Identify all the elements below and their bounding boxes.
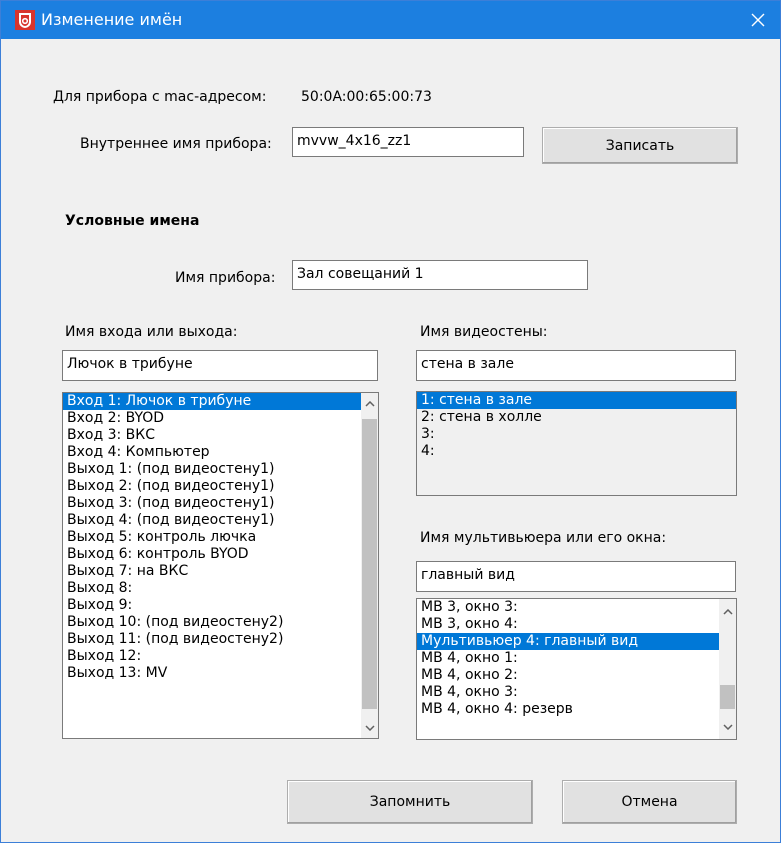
list-item[interactable]: Выход 11: (под видеостену2): [63, 631, 378, 648]
mac-value: 50:0A:00:65:00:73: [301, 89, 432, 105]
videowall-name-input[interactable]: стена в зале: [416, 350, 736, 381]
close-button[interactable]: [736, 1, 780, 39]
list-item[interactable]: Выход 3: (под видеостену1): [63, 495, 378, 512]
io-name-input[interactable]: Лючок в трибуне: [62, 350, 378, 381]
io-name-label: Имя входа или выхода:: [65, 324, 238, 340]
scroll-thumb[interactable]: [362, 419, 377, 709]
list-item[interactable]: МВ 4, окно 4: резерв: [417, 701, 736, 718]
videowall-list[interactable]: 1: стена в зале 2: стена в холле 3: 4:: [416, 391, 737, 496]
list-item[interactable]: МВ 4, окно 2:: [417, 667, 736, 684]
list-item[interactable]: Вход 3: ВКС: [63, 427, 378, 444]
list-item[interactable]: Выход 13: MV: [63, 665, 378, 682]
list-item[interactable]: Вход 2: BYOD: [63, 410, 378, 427]
cancel-button[interactable]: Отмена: [562, 780, 737, 824]
close-icon: [751, 13, 765, 27]
list-item[interactable]: 4:: [417, 443, 736, 460]
conditional-names-heading: Условные имена: [65, 213, 200, 229]
multiviewer-name-input[interactable]: главный вид: [416, 561, 736, 592]
title-bar[interactable]: Изменение имён: [1, 1, 780, 39]
io-list-scrollbar[interactable]: [361, 393, 378, 738]
list-item[interactable]: МВ 4, окно 3:: [417, 684, 736, 701]
device-name-input[interactable]: Зал совещаний 1: [292, 260, 588, 290]
scroll-down-icon[interactable]: [361, 719, 378, 736]
list-item[interactable]: Выход 1: (под видеостену1): [63, 461, 378, 478]
list-item[interactable]: Выход 6: контроль BYOD: [63, 546, 378, 563]
scroll-down-icon[interactable]: [719, 718, 736, 735]
multiviewer-list[interactable]: МВ 3, окно 3: МВ 3, окно 4: Мультивьюер 4:…: [416, 598, 737, 740]
io-list[interactable]: Вход 1: Лючок в трибуне Вход 2: BYOD Вход …: [62, 392, 379, 739]
list-item[interactable]: Выход 8:: [63, 580, 378, 597]
internal-name-input[interactable]: mvvw_4x16_zz1: [292, 127, 524, 157]
write-button[interactable]: Записать: [542, 127, 738, 164]
list-item[interactable]: Выход 9:: [63, 597, 378, 614]
list-item[interactable]: 1: стена в зале: [417, 392, 736, 409]
list-item[interactable]: Выход 12:: [63, 648, 378, 665]
list-item[interactable]: 3:: [417, 426, 736, 443]
list-item[interactable]: МВ 3, окно 4:: [417, 616, 736, 633]
mac-label: Для прибора с mac-адресом:: [53, 89, 267, 105]
scroll-thumb[interactable]: [720, 685, 735, 709]
list-item[interactable]: МВ 3, окно 3:: [417, 599, 736, 616]
scroll-up-icon[interactable]: [361, 395, 378, 412]
list-item[interactable]: Выход 5: контроль лючка: [63, 529, 378, 546]
list-item[interactable]: Выход 10: (под видеостену2): [63, 614, 378, 631]
list-item[interactable]: 2: стена в холле: [417, 409, 736, 426]
internal-name-label: Внутреннее имя прибора:: [80, 136, 272, 152]
dialog-window: Изменение имён Для прибора с mac-адресом…: [0, 0, 781, 843]
save-button[interactable]: Запомнить: [287, 780, 533, 824]
list-item[interactable]: Выход 2: (под видеостену1): [63, 478, 378, 495]
list-item[interactable]: Выход 7: на ВКС: [63, 563, 378, 580]
list-item[interactable]: Выход 4: (под видеостену1): [63, 512, 378, 529]
scroll-up-icon[interactable]: [719, 603, 736, 620]
multiviewer-list-scrollbar[interactable]: [719, 599, 736, 739]
device-name-label: Имя прибора:: [175, 270, 276, 286]
window-title: Изменение имён: [41, 10, 183, 29]
videowall-name-label: Имя видеостены:: [420, 324, 548, 340]
list-item[interactable]: Мультивьюер 4: главный вид: [417, 633, 736, 650]
multiviewer-name-label: Имя мультивьюера или его окна:: [420, 530, 667, 546]
app-icon: [15, 10, 35, 30]
list-item[interactable]: Вход 1: Лючок в трибуне: [63, 393, 378, 410]
list-item[interactable]: МВ 4, окно 1:: [417, 650, 736, 667]
list-item[interactable]: Вход 4: Компьютер: [63, 444, 378, 461]
